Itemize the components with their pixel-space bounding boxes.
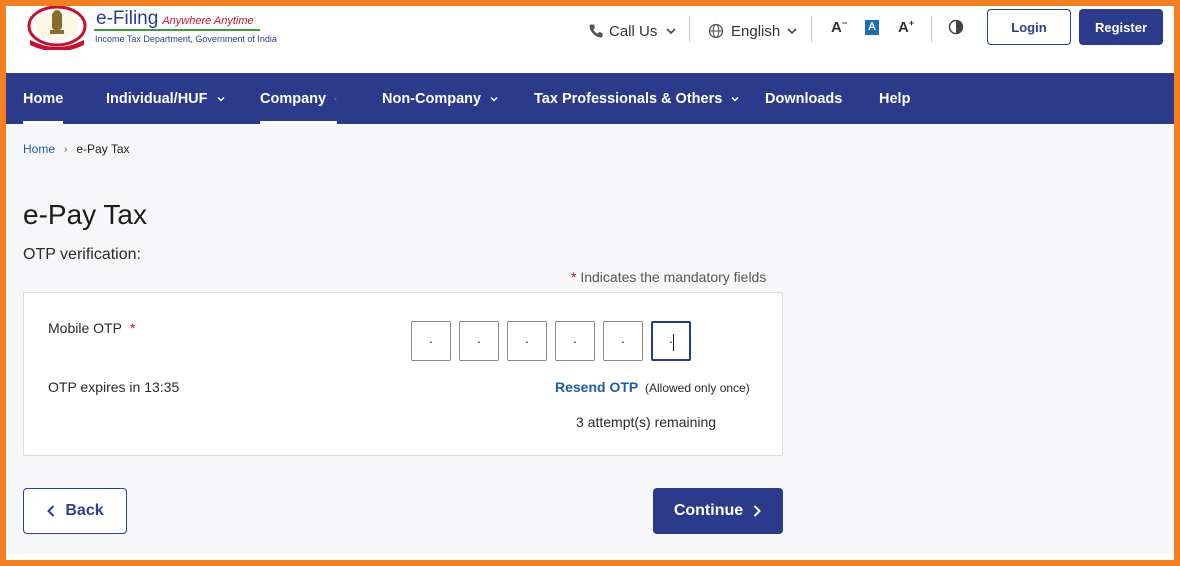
nav-item-company[interactable]: Company xyxy=(260,73,337,124)
otp-digit-3[interactable]: · xyxy=(507,321,547,361)
mobile-otp-label: Mobile OTP * xyxy=(48,320,136,336)
brand-subtitle: Income Tax Department, Government of Ind… xyxy=(95,34,277,44)
resend-otp-link[interactable]: Resend OTP xyxy=(555,379,638,395)
attempts-remaining-text: 3 attempt(s) remaining xyxy=(576,414,717,430)
mandatory-note-text: Indicates the mandatory fields xyxy=(580,269,767,285)
brand-title: e-Filing Anywhere Anytime xyxy=(96,8,254,29)
chevron-down-icon xyxy=(731,96,739,102)
register-button[interactable]: Register xyxy=(1079,9,1163,45)
call-us-label: Call Us xyxy=(609,22,658,40)
back-button-label: Back xyxy=(65,502,104,519)
chevron-right-icon xyxy=(753,505,762,517)
nav-item-home[interactable]: Home xyxy=(23,73,64,124)
nav-item-tax-professionals[interactable]: Tax Professionals & Others xyxy=(534,73,740,124)
nav-item-downloads[interactable]: Downloads xyxy=(765,73,842,124)
chevron-down-icon xyxy=(490,96,498,102)
chevron-down-icon xyxy=(216,96,225,102)
section-heading: OTP verification: xyxy=(23,246,141,263)
efiling-logo[interactable]: e-Filing Anywhere Anytime Income Tax Depa… xyxy=(22,6,282,56)
nav-item-individual-huf[interactable]: Individual/HUF xyxy=(106,73,226,124)
top-header: e-Filing Anywhere Anytime Income Tax Depa… xyxy=(6,6,1174,73)
breadcrumb-home-link[interactable]: Home xyxy=(23,142,55,156)
brand-divider xyxy=(94,29,260,31)
back-button[interactable]: Back xyxy=(23,488,127,534)
page: e-Filing Anywhere Anytime Income Tax Depa… xyxy=(6,6,1174,554)
chevron-down-icon xyxy=(787,28,797,35)
chevron-down-icon xyxy=(334,97,337,100)
otp-digit-1[interactable]: · xyxy=(411,321,451,361)
chevron-left-icon xyxy=(47,505,55,517)
otp-digit-2[interactable]: · xyxy=(459,321,499,361)
nav-item-non-company[interactable]: Non-Company xyxy=(382,73,499,124)
continue-button[interactable]: Continue xyxy=(653,488,783,534)
chevron-right-icon: › xyxy=(64,143,68,155)
main-nav: Home Individual/HUF Company Non-Company … xyxy=(6,73,1174,124)
breadcrumb: Home › e-Pay Tax xyxy=(23,142,130,156)
mandatory-note: * Indicates the mandatory fields xyxy=(571,269,766,285)
contrast-icon[interactable] xyxy=(948,19,964,35)
header-divider xyxy=(931,16,932,42)
otp-card: Mobile OTP * · · · · · · OTP expires in 1… xyxy=(23,292,783,456)
decrease-font-button[interactable]: A− xyxy=(831,18,847,36)
chevron-down-icon xyxy=(666,28,676,35)
header-divider xyxy=(689,16,690,42)
emblem-icon xyxy=(27,6,87,50)
text-caret xyxy=(673,334,674,351)
header-divider xyxy=(811,16,812,42)
breadcrumb-current: e-Pay Tax xyxy=(76,142,130,156)
resend-allowed-note: (Allowed only once) xyxy=(645,381,750,395)
brand-tagline: Anywhere Anytime xyxy=(162,15,254,27)
required-star: * xyxy=(129,320,136,336)
otp-expiry-text: OTP expires in 13:35 xyxy=(48,379,180,395)
otp-digit-5[interactable]: · xyxy=(603,321,643,361)
otp-digit-6[interactable]: · xyxy=(651,321,691,361)
language-label: English xyxy=(731,22,781,40)
default-font-button[interactable]: A xyxy=(865,20,879,35)
otp-digit-4[interactable]: · xyxy=(555,321,595,361)
phone-icon xyxy=(589,24,603,38)
continue-button-label: Continue xyxy=(673,502,744,519)
page-title: e-Pay Tax xyxy=(23,199,147,230)
language-selector[interactable]: English xyxy=(708,6,798,56)
globe-icon xyxy=(708,23,724,39)
required-star: * xyxy=(571,269,577,285)
nav-item-help[interactable]: Help xyxy=(879,73,910,124)
call-us-menu[interactable]: Call Us xyxy=(588,6,677,56)
increase-font-button[interactable]: A+ xyxy=(898,18,914,36)
login-button[interactable]: Login xyxy=(987,9,1071,45)
